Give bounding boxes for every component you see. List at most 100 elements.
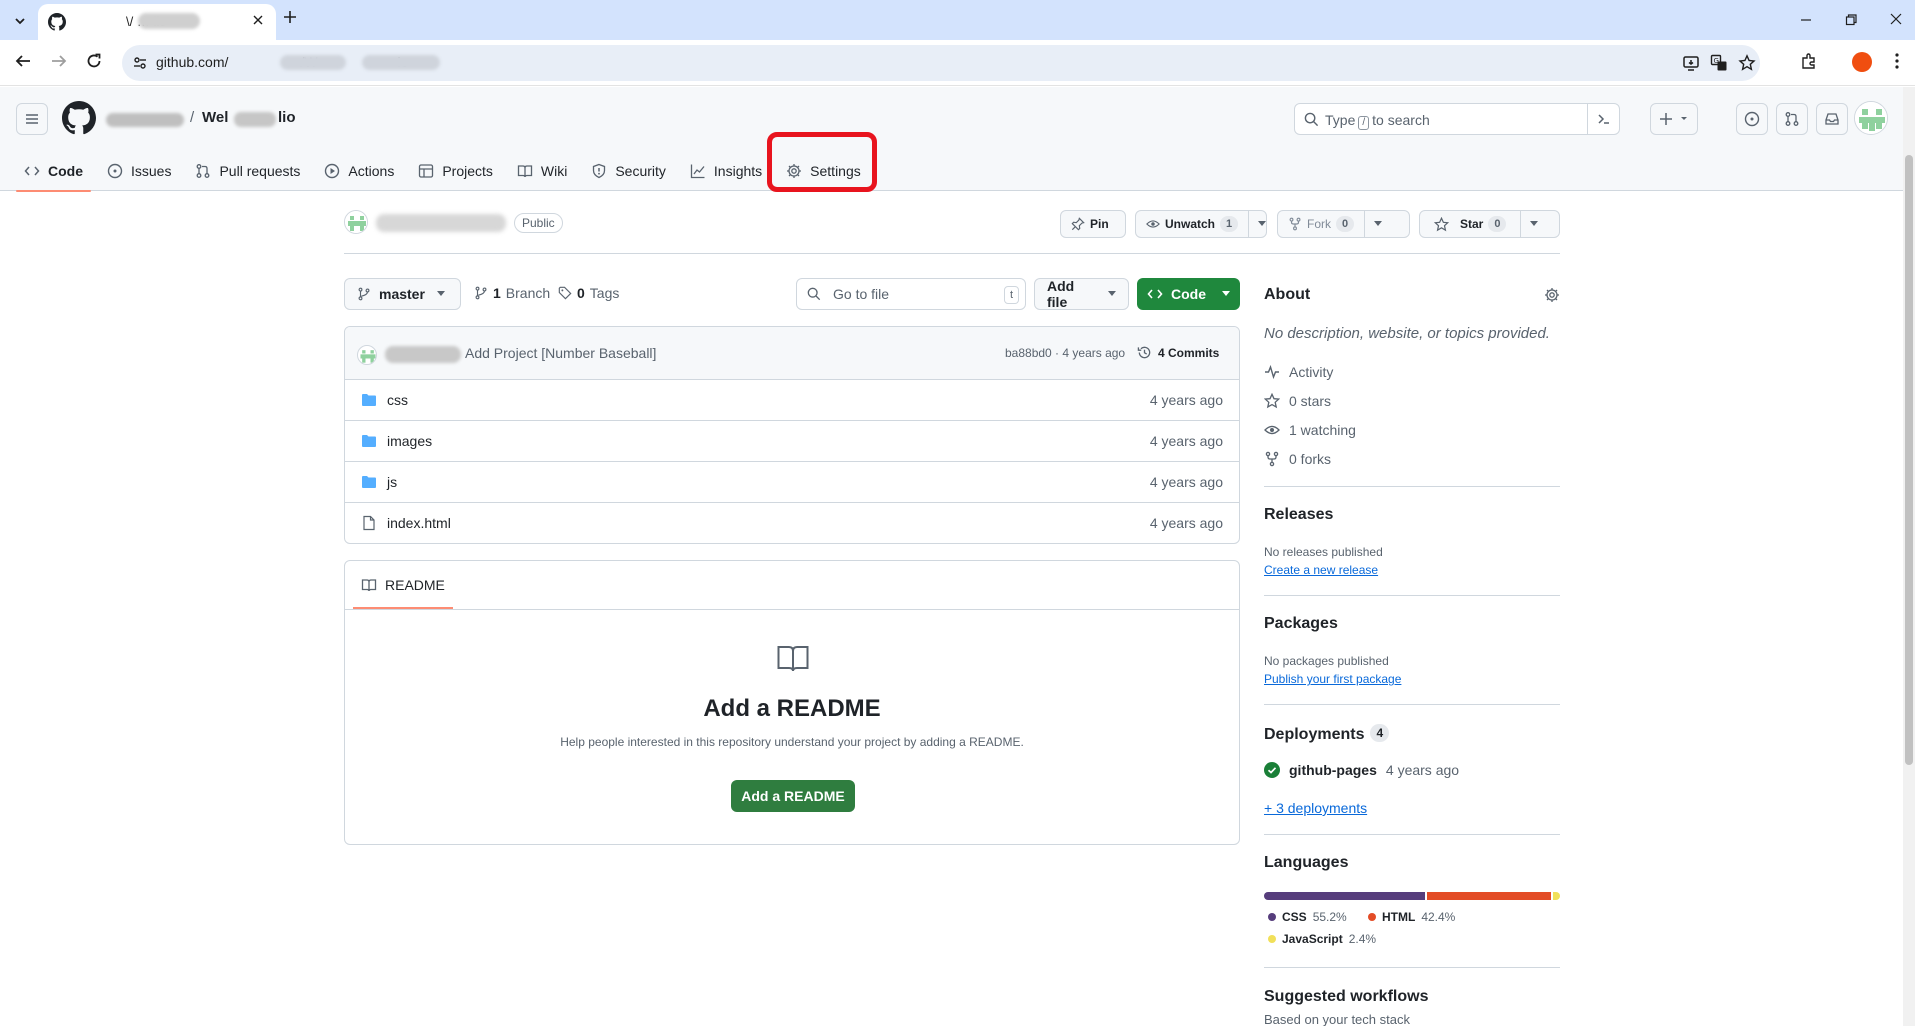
back-icon[interactable] [14, 52, 32, 70]
minimize-icon[interactable] [1800, 10, 1812, 30]
unwatch-button[interactable]: Unwatch 1 [1135, 210, 1267, 238]
unwatch-dropdown[interactable] [1248, 211, 1275, 237]
go-to-file-input[interactable]: Go to file t [796, 278, 1026, 310]
address-bar[interactable]: github.com//Wio G [122, 45, 1760, 81]
css-color-dot [1268, 913, 1276, 921]
browser-tab[interactable]: \/ … lio [38, 4, 276, 40]
branch-icon [357, 287, 371, 301]
tab-insights[interactable]: Insights [682, 151, 770, 191]
issues-button[interactable] [1736, 103, 1768, 135]
code-icon [24, 163, 40, 179]
gear-icon[interactable] [1544, 287, 1560, 303]
create-new-button[interactable] [1650, 103, 1698, 135]
commit-author-avatar[interactable] [357, 345, 377, 365]
fork-button[interactable]: Fork 0 [1277, 210, 1410, 238]
fork-dropdown[interactable] [1364, 211, 1391, 237]
more-deployments-link[interactable]: + 3 deployments [1264, 800, 1367, 816]
user-avatar[interactable] [1854, 101, 1888, 135]
branch-selector[interactable]: master [344, 278, 461, 310]
tab-pull-requests[interactable]: Pull requests [187, 151, 308, 191]
tab-issues[interactable]: Issues [99, 151, 179, 191]
forks-link[interactable]: 0 forks [1264, 451, 1331, 467]
latest-commit-row: Add Project [Number Baseball] ba88bd0 · … [345, 327, 1239, 380]
browser-toolbar: github.com//Wio G [0, 40, 1915, 86]
star-icon [1434, 216, 1449, 232]
language-item[interactable]: CSS 55.2% [1268, 910, 1347, 924]
bookmark-star-icon[interactable] [1738, 54, 1756, 72]
new-tab-icon[interactable] [282, 9, 298, 25]
create-release-link[interactable]: Create a new release [1264, 563, 1378, 577]
commits-link[interactable]: 4 Commits [1137, 345, 1219, 360]
tab-search-icon[interactable] [8, 10, 32, 32]
repo-nav: Code Issues Pull requests Actions Projec… [16, 151, 877, 192]
file-name[interactable]: images [387, 433, 432, 449]
forward-icon[interactable] [50, 52, 68, 70]
star-dropdown[interactable] [1520, 211, 1547, 237]
watching-link[interactable]: 1 watching [1264, 422, 1356, 438]
table-row[interactable]: css 4 years ago [345, 380, 1239, 421]
reload-icon[interactable] [85, 52, 103, 70]
caret-down-icon [1108, 291, 1116, 296]
language-item[interactable]: HTML 42.4% [1368, 910, 1455, 924]
tab-actions[interactable]: Actions [316, 151, 402, 191]
language-item[interactable]: JavaScript 2.4% [1268, 932, 1376, 946]
deployments-heading[interactable]: Deployments 4 [1264, 724, 1390, 744]
extensions-icon[interactable] [1800, 52, 1818, 70]
releases-heading[interactable]: Releases [1264, 506, 1333, 524]
restore-icon[interactable] [1845, 10, 1857, 30]
tab-code[interactable]: Code [16, 151, 91, 192]
menu-button[interactable] [16, 103, 48, 135]
search-input[interactable]: Type / to search [1294, 103, 1620, 135]
divider [1264, 834, 1560, 835]
deployments-count: 4 [1370, 724, 1390, 742]
commit-message[interactable]: Add Project [Number Baseball] [465, 345, 656, 361]
tab-label: Insights [713, 163, 763, 179]
profile-avatar[interactable] [1852, 52, 1872, 72]
table-row[interactable]: js 4 years ago [345, 462, 1239, 503]
breadcrumb-repo-end[interactable]: lio [278, 109, 296, 126]
tab-projects[interactable]: Projects [410, 151, 501, 191]
inbox-button[interactable] [1816, 103, 1848, 135]
activity-link[interactable]: Activity [1264, 364, 1333, 380]
branches-link[interactable]: 1 Branch [474, 285, 550, 301]
redacted-commit-author[interactable] [385, 346, 461, 363]
star-button[interactable]: Star 0 [1419, 210, 1560, 238]
pull-requests-button[interactable] [1776, 103, 1808, 135]
commit-sha-age[interactable]: ba88bd0 · 4 years ago [1005, 346, 1125, 360]
command-palette-icon[interactable] [1587, 103, 1619, 135]
pin-button[interactable]: Pin [1060, 210, 1126, 238]
page-scrollbar[interactable] [1903, 87, 1915, 1026]
publish-package-link[interactable]: Publish your first package [1264, 672, 1401, 686]
deployment-item[interactable]: github-pages 4 years ago [1264, 762, 1459, 778]
redacted-owner-name[interactable] [106, 113, 184, 127]
file-name[interactable]: index.html [387, 515, 451, 531]
code-button[interactable]: Code [1137, 278, 1240, 310]
translate-icon[interactable]: G [1710, 54, 1728, 72]
table-row[interactable]: index.html 4 years ago [345, 503, 1239, 543]
github-logo-icon[interactable] [62, 101, 96, 135]
scrollbar-thumb[interactable] [1905, 155, 1913, 765]
add-file-button[interactable]: Add file [1034, 278, 1129, 310]
history-icon [1137, 345, 1152, 360]
folder-icon [361, 474, 377, 490]
tab-wiki[interactable]: Wiki [509, 151, 575, 191]
browser-menu-icon[interactable] [1895, 52, 1899, 70]
file-name[interactable]: js [387, 474, 397, 490]
stars-link[interactable]: 0 stars [1264, 393, 1331, 409]
add-readme-button[interactable]: Add a README [731, 780, 855, 812]
pull-request-icon [195, 163, 211, 179]
readme-tab[interactable]: README [353, 561, 453, 609]
tags-link[interactable]: 0 Tags [558, 285, 619, 301]
close-window-icon[interactable] [1890, 10, 1902, 30]
check-circle-icon [1264, 762, 1280, 778]
table-row[interactable]: images 4 years ago [345, 421, 1239, 462]
redacted-repo-title[interactable] [376, 214, 506, 232]
packages-heading[interactable]: Packages [1264, 615, 1338, 633]
install-app-icon[interactable] [1682, 54, 1700, 72]
fork-icon [1264, 451, 1280, 467]
site-info-icon[interactable] [132, 55, 148, 71]
tab-close-icon[interactable] [252, 14, 264, 26]
breadcrumb-repo[interactable]: Wel [202, 109, 228, 126]
file-name[interactable]: css [387, 392, 408, 408]
tab-security[interactable]: Security [583, 151, 674, 191]
